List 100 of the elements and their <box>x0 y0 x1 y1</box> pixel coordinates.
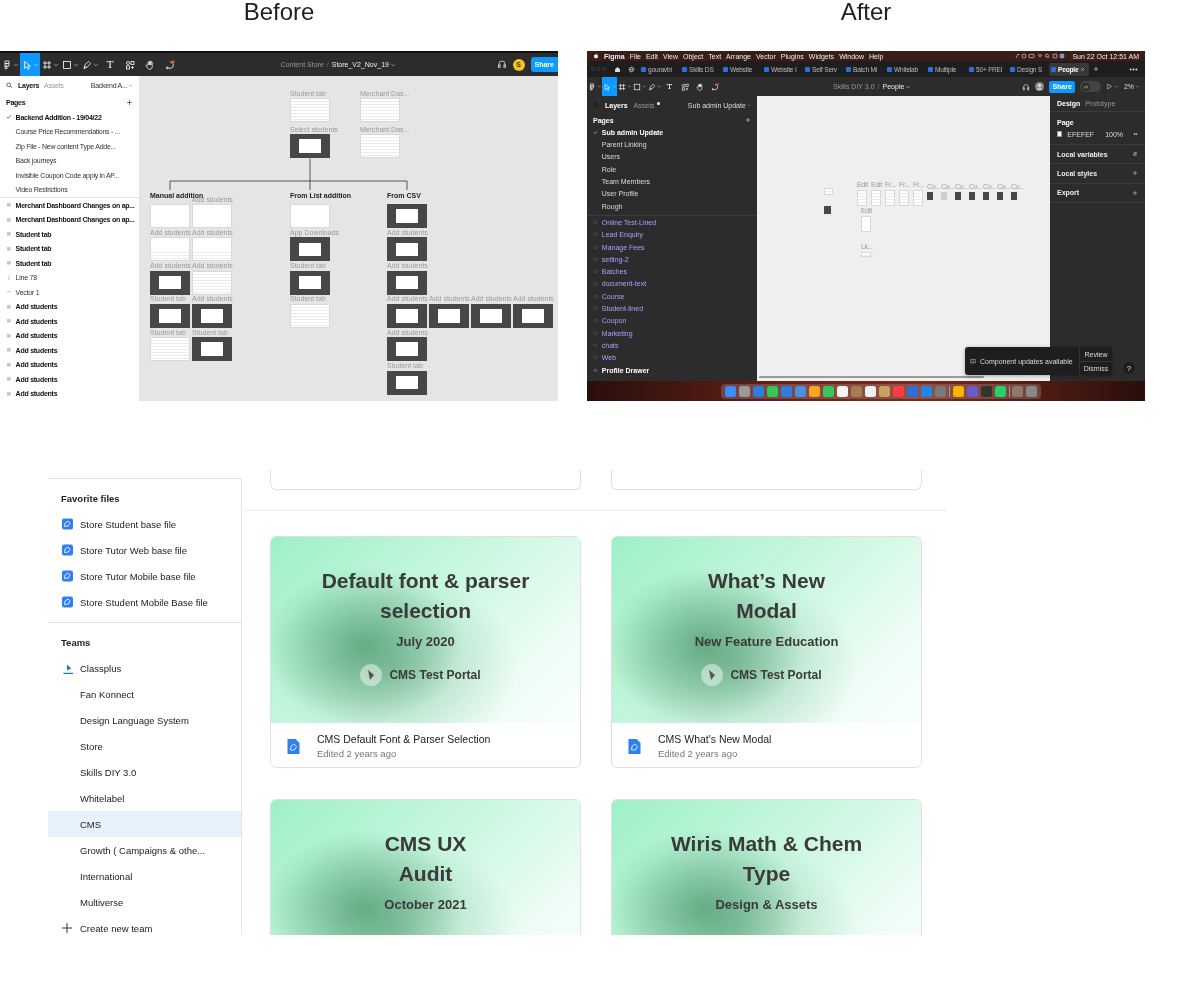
edited-time: Edited 2 years ago <box>317 748 398 759</box>
caption: After <box>840 0 892 25</box>
app-icon[interactable] <box>952 385 964 397</box>
status-icons-drawing <box>1015 53 1068 59</box>
update-dot <box>656 101 660 105</box>
frame-thumbnail <box>387 270 427 295</box>
app-icon[interactable] <box>808 385 820 397</box>
square-icon <box>61 59 72 70</box>
component-icon <box>593 306 598 311</box>
square-icon <box>632 82 641 91</box>
file-card[interactable]: Wiris Math & Chem Type Design & Assets <box>611 799 922 935</box>
app-icon[interactable] <box>822 385 834 397</box>
app-icon[interactable] <box>724 385 736 397</box>
file-name[interactable]: CMS Default Font & Parser Selection <box>317 733 491 745</box>
pointer-icon <box>21 59 32 70</box>
plus-icon <box>1093 66 1099 72</box>
team-item[interactable]: Growth ( Campaigns & othe... <box>48 837 241 863</box>
favorite-file[interactable]: Store Student base file <box>48 511 241 537</box>
caret-icon <box>1135 84 1140 89</box>
team-item[interactable]: Fan Konnect <box>48 681 241 707</box>
team-item[interactable]: Design Language System <box>48 707 241 733</box>
check-icon <box>593 129 598 135</box>
file-card[interactable]: Default font & parser selection July 2020 CMS Test Portal CMS Default Font & Parser Selection Edited 2 years ago <box>270 536 581 768</box>
cover-team-name: CMS Test Portal <box>730 668 822 682</box>
hand-icon <box>695 82 704 91</box>
frame-thumbnail <box>861 216 871 232</box>
frame-thumbnail <box>150 270 190 295</box>
community-button[interactable] <box>625 65 638 73</box>
frame-icon <box>6 318 12 325</box>
frame-icon <box>6 303 12 310</box>
frame-thumbnail <box>471 303 511 328</box>
cover-team-name: CMS Test Portal <box>389 668 481 682</box>
app-icon[interactable] <box>864 385 876 397</box>
cover-title: What’s New Modal <box>707 568 826 624</box>
text-tool[interactable]: T <box>662 77 677 96</box>
present-button[interactable] <box>1105 83 1119 90</box>
favorite-file[interactable]: Store Student Mobile Base file <box>48 589 241 615</box>
app-icon[interactable] <box>766 385 778 397</box>
team-item[interactable]: International <box>48 863 241 889</box>
frame-thumbnail <box>387 303 427 328</box>
team-logo-icon <box>701 664 724 686</box>
headphones-icon <box>1022 82 1031 91</box>
app-icon[interactable] <box>878 385 890 397</box>
team-item[interactable]: Skills DIY 3.0 <box>48 759 241 785</box>
file-icon <box>969 66 974 72</box>
file-icon <box>61 518 73 530</box>
frame-icon <box>41 59 52 70</box>
text-tool[interactable]: T <box>100 53 120 76</box>
hand-icon <box>145 59 155 70</box>
color-swatch[interactable] <box>1057 131 1063 137</box>
frame-thumbnail <box>150 237 190 262</box>
file-icon <box>682 66 687 72</box>
frame-thumbnail <box>885 190 895 206</box>
app-icon[interactable] <box>836 385 848 397</box>
component-icon <box>593 343 598 348</box>
team-item[interactable]: CMS <box>48 811 241 837</box>
cover-subtitle: July 2020 <box>396 634 455 649</box>
frame-icon <box>6 376 12 383</box>
frame-icon <box>6 332 12 339</box>
frame-thumbnail <box>150 204 190 228</box>
frame-thumbnail <box>192 237 232 262</box>
team-item[interactable]: Multiverse <box>48 889 241 915</box>
logo-icon <box>1 59 12 70</box>
caret-icon <box>641 84 647 89</box>
frame-thumbnail <box>429 303 469 328</box>
dev-mode-toggle[interactable] <box>1079 81 1101 92</box>
file-card[interactable]: What’s New Modal New Feature Education CMS Test Portal CMS What's New Modal Edited 2 years ago <box>611 536 922 768</box>
frame-thumbnail <box>150 303 190 328</box>
caret-icon <box>1113 84 1119 89</box>
edited-time: Edited 2 years ago <box>658 748 739 759</box>
comment-icon <box>165 59 175 70</box>
team-item[interactable]: Whitelabel <box>48 785 241 811</box>
team-item[interactable]: Store <box>48 733 241 759</box>
component-icon <box>593 355 598 361</box>
favorite-file[interactable]: Store Tutor Web base file <box>48 537 241 563</box>
app-icon[interactable] <box>738 385 750 397</box>
caret-icon <box>596 84 602 89</box>
app-icon[interactable] <box>994 385 1006 397</box>
file-icon <box>805 66 810 72</box>
plus-icon <box>1132 170 1138 177</box>
component-icon <box>593 220 598 225</box>
frame-thumbnail <box>861 252 871 257</box>
frame-thumbnail <box>857 190 867 206</box>
line-icon <box>6 274 12 281</box>
file-name[interactable]: CMS What's New Modal <box>658 733 772 745</box>
create-team-button[interactable]: Create new team <box>48 915 241 935</box>
plus-icon <box>1132 189 1138 196</box>
caption: Before <box>243 0 315 25</box>
book-icon <box>970 358 976 364</box>
file-icon <box>1010 66 1015 72</box>
file-card[interactable]: CMS UX Audit October 2021 <box>270 799 581 935</box>
globe-icon <box>628 65 635 73</box>
apple-icon <box>593 53 599 59</box>
frame-icon <box>593 367 598 373</box>
frame-thumbnail <box>387 204 427 228</box>
sliders-icon <box>1132 151 1138 158</box>
user-avatar[interactable] <box>1035 82 1045 91</box>
favorite-file[interactable]: Store Tutor Mobile base file <box>48 563 241 589</box>
team-item[interactable]: Classplus <box>48 655 241 681</box>
caret-icon <box>72 61 79 68</box>
